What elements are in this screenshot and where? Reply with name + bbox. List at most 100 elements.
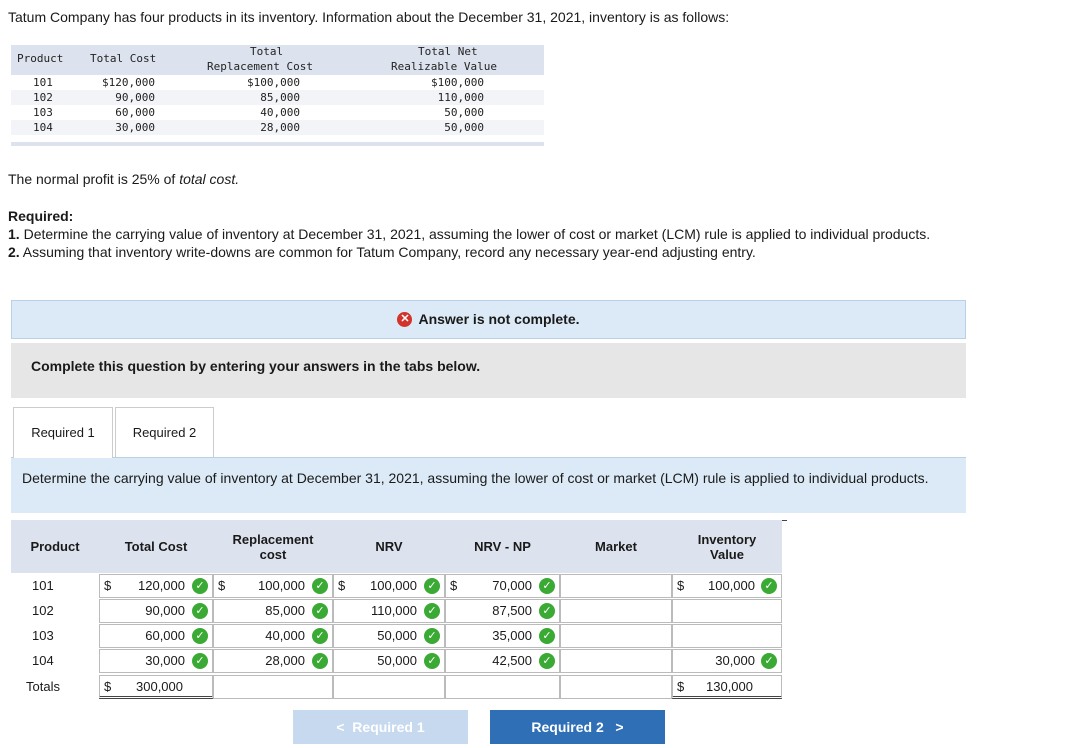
currency-symbol: $ <box>338 578 346 593</box>
check-icon: ✓ <box>312 603 328 619</box>
grid-header-market: Market <box>560 520 672 573</box>
nrv-input[interactable]: $ 100,000 ✓ <box>333 574 445 598</box>
input-value: 100,000 <box>708 578 755 593</box>
replacement-input[interactable]: 85,000 ✓ <box>213 599 333 623</box>
info-product: 102 <box>33 91 53 104</box>
market-input[interactable] <box>560 649 672 673</box>
check-icon: ✓ <box>424 603 440 619</box>
info-total-cost: $120,000 <box>102 76 155 89</box>
total-cost-input[interactable]: 60,000 ✓ <box>99 624 213 648</box>
replacement-input[interactable]: 28,000 ✓ <box>213 649 333 673</box>
info-header-replacement-1: Total <box>250 45 284 58</box>
info-nrv: 50,000 <box>444 121 484 134</box>
total-cost-input[interactable]: $ 120,000 ✓ <box>99 574 213 598</box>
blank-cell <box>445 675 560 699</box>
info-header-product: Product <box>17 52 64 65</box>
info-header-total-cost: Total Cost <box>90 52 157 65</box>
inventory-value-input[interactable]: 30,000 ✓ <box>672 649 782 673</box>
prev-required-button[interactable]: < Required 1 <box>293 710 468 744</box>
chevron-left-icon: < <box>336 719 353 735</box>
row-label-product: 102 <box>32 603 54 618</box>
blank-cell <box>333 675 445 699</box>
market-input[interactable] <box>560 624 672 648</box>
input-value: 42,500 <box>492 653 532 668</box>
tab-instruction-text: Determine the carrying value of inventor… <box>22 470 929 486</box>
check-icon: ✓ <box>312 628 328 644</box>
grid-header-inventory: Inventory Value <box>672 520 782 573</box>
total-cost-input[interactable]: 90,000 ✓ <box>99 599 213 623</box>
inventory-value-total: $ 130,000 <box>672 675 782 699</box>
inventory-value-input[interactable]: $ 100,000 ✓ <box>672 574 782 598</box>
prev-button-label: Required 1 <box>352 719 425 735</box>
info-replacement: 85,000 <box>260 91 300 104</box>
check-icon: ✓ <box>424 578 440 594</box>
info-product: 104 <box>33 121 53 134</box>
currency-symbol: $ <box>218 578 226 593</box>
check-icon: ✓ <box>424 628 440 644</box>
problem-intro: Tatum Company has four products in its i… <box>8 9 730 25</box>
next-required-button[interactable]: Required 2 > <box>490 710 665 744</box>
input-value: 100,000 <box>370 578 417 593</box>
input-value: 100,000 <box>258 578 305 593</box>
replacement-input[interactable]: 40,000 ✓ <box>213 624 333 648</box>
inventory-value-input[interactable] <box>672 599 782 623</box>
row-label-product: 101 <box>32 578 54 593</box>
market-input[interactable] <box>560 599 672 623</box>
check-icon: ✓ <box>539 628 555 644</box>
check-icon: ✓ <box>539 603 555 619</box>
tab-required-1[interactable]: Required 1 <box>13 407 113 458</box>
tab-required-2[interactable]: Required 2 <box>115 407 214 458</box>
nrv-np-input[interactable]: 42,500 ✓ <box>445 649 560 673</box>
requirements: Required: 1. Determine the carrying valu… <box>8 207 1008 261</box>
blank-cell <box>213 675 333 699</box>
grid-header-nrv-np: NRV - NP <box>445 520 560 573</box>
grid-header-replacement: Replacement cost <box>213 520 333 573</box>
grid-header-inventory-2: Value <box>710 546 744 562</box>
nrv-input[interactable]: 110,000 ✓ <box>333 599 445 623</box>
check-icon: ✓ <box>761 578 777 594</box>
info-replacement: 40,000 <box>260 106 300 119</box>
replacement-input[interactable]: $ 100,000 ✓ <box>213 574 333 598</box>
nrv-input[interactable]: 50,000 ✓ <box>333 649 445 673</box>
required-title: Required: <box>8 208 74 224</box>
input-value: 35,000 <box>492 628 532 643</box>
info-row: 101 $120,000 $100,000 $100,000 <box>11 75 544 90</box>
total-cost-total: $ 300,000 <box>99 675 213 699</box>
check-icon: ✓ <box>312 578 328 594</box>
error-x-icon: ✕ <box>397 311 413 327</box>
grid-header-replacement-1: Replacement <box>232 531 314 547</box>
info-product: 101 <box>33 76 53 89</box>
answer-status-text: Answer is not complete. <box>418 311 580 327</box>
check-icon: ✓ <box>192 653 208 669</box>
nrv-input[interactable]: 50,000 ✓ <box>333 624 445 648</box>
market-input[interactable] <box>560 574 672 598</box>
input-value: 28,000 <box>265 653 305 668</box>
req1-text: Determine the carrying value of inventor… <box>19 226 931 242</box>
info-product: 103 <box>33 106 53 119</box>
req2-text: Assuming that inventory write-downs are … <box>19 244 756 260</box>
info-replacement: $100,000 <box>247 76 300 89</box>
check-icon: ✓ <box>192 628 208 644</box>
inventory-value-input[interactable] <box>672 624 782 648</box>
check-icon: ✓ <box>539 653 555 669</box>
info-table-footer <box>11 142 544 146</box>
complete-instructions: Complete this question by entering your … <box>11 343 966 398</box>
profit-note-emphasis: total cost. <box>179 171 240 187</box>
profit-note: The normal profit is 25% of total cost. <box>8 171 239 187</box>
inventory-info-table: Product Total Cost Total Replacement Cos… <box>11 45 544 146</box>
tab-instruction: Determine the carrying value of inventor… <box>11 457 966 513</box>
input-value: 85,000 <box>265 603 305 618</box>
nrv-np-input[interactable]: 87,500 ✓ <box>445 599 560 623</box>
info-header-nrv-2: Realizable Value <box>391 60 497 73</box>
nrv-np-input[interactable]: 35,000 ✓ <box>445 624 560 648</box>
info-replacement: 28,000 <box>260 121 300 134</box>
req1-number: 1. <box>8 226 20 242</box>
total-cost-input[interactable]: 30,000 ✓ <box>99 649 213 673</box>
input-value: 50,000 <box>377 628 417 643</box>
currency-symbol: $ <box>677 679 685 694</box>
nrv-np-input[interactable]: $ 70,000 ✓ <box>445 574 560 598</box>
totals-label: Totals <box>26 679 60 694</box>
info-total-cost: 30,000 <box>115 121 155 134</box>
input-value: 30,000 <box>145 653 185 668</box>
blank-cell <box>560 675 672 699</box>
